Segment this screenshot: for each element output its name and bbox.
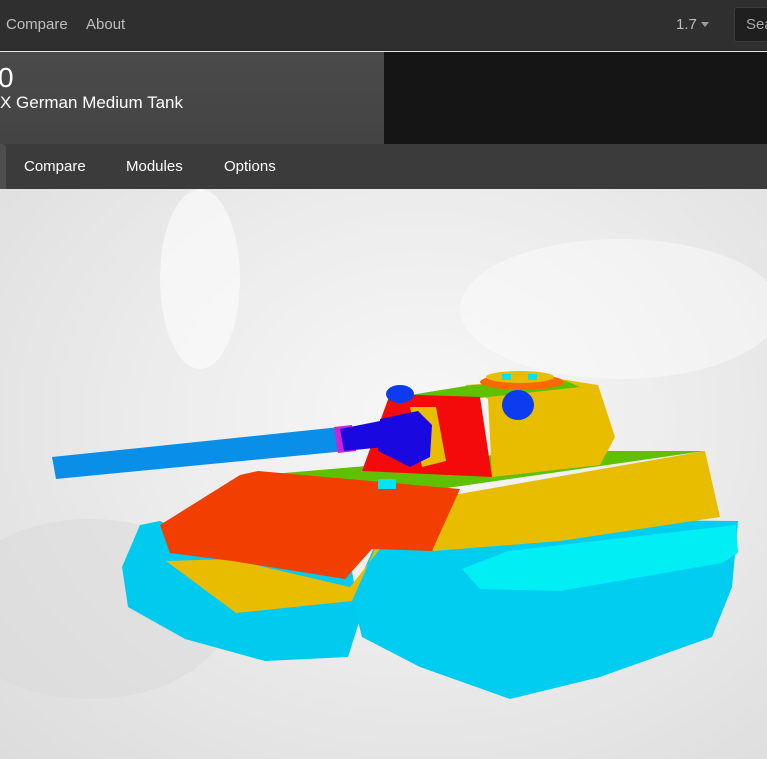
nav-compare-link[interactable]: Compare (6, 15, 68, 35)
tab-options[interactable]: Options (224, 144, 276, 189)
tab-compare[interactable]: Compare (24, 144, 86, 189)
nav-about-link[interactable]: About (86, 15, 125, 35)
hull-periscope (378, 479, 396, 489)
tank-subtitle: X German Medium Tank (0, 93, 183, 112)
turret-port (502, 390, 534, 420)
chevron-down-icon[interactable] (701, 22, 709, 27)
top-navbar: Compare About 1.7 (0, 0, 767, 51)
tank-name: 0 (0, 62, 14, 93)
tab-active-partial[interactable] (0, 144, 6, 189)
tab-bar: Compare Modules Options (0, 144, 767, 189)
turret-port (386, 385, 414, 403)
tank-3d-viewer[interactable] (0, 189, 767, 759)
cupola-vision-block (502, 374, 511, 380)
version-dropdown[interactable]: 1.7 (676, 15, 697, 35)
gun-barrel (52, 427, 346, 479)
tank-header: 0 X German Medium Tank (0, 52, 767, 144)
gun-collar-inner (340, 421, 384, 451)
cupola-top (486, 371, 554, 383)
cupola-vision-block (528, 374, 537, 380)
background-haze (460, 239, 767, 379)
header-dark-panel (384, 52, 767, 144)
tank-model-render (0, 189, 767, 699)
background-haze (160, 189, 240, 369)
tab-modules[interactable]: Modules (126, 144, 183, 189)
search-input[interactable] (734, 7, 767, 42)
